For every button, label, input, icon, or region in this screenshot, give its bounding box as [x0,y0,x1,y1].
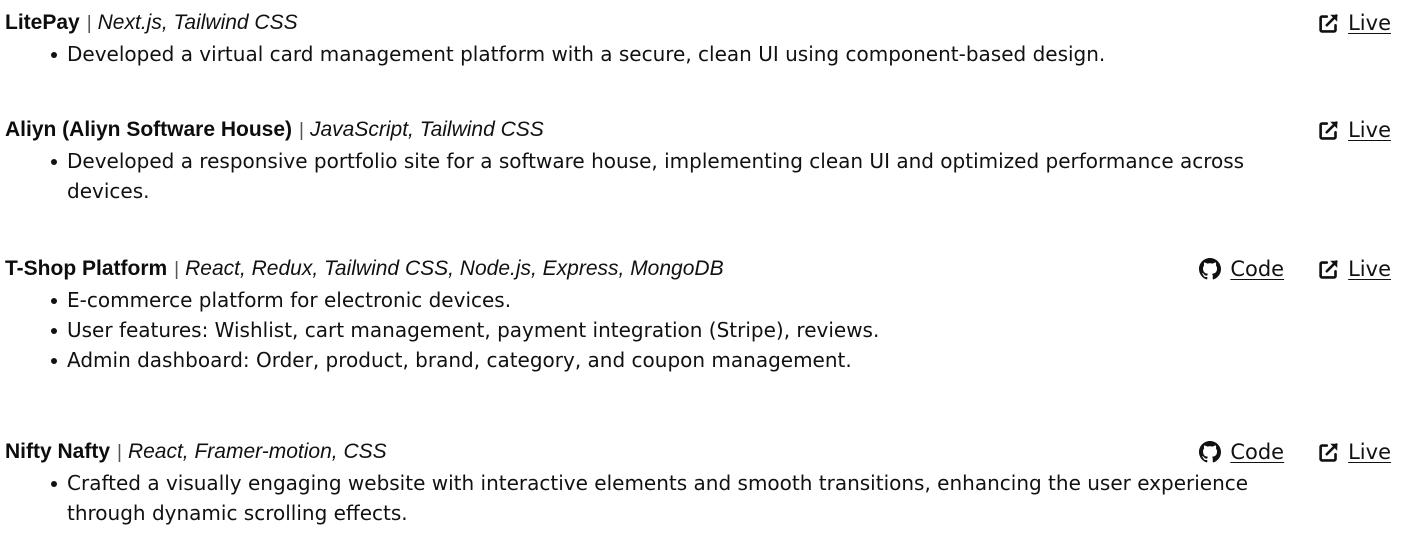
project-tech-stack: JavaScript, Tailwind CSS [309,118,544,141]
bullet-text: Admin dashboard: Order, product, brand, … [67,348,852,372]
bullet-item: Admin dashboard: Order, product, brand, … [0,345,1413,375]
live-link[interactable]: Live [1318,7,1391,39]
bullet-dot [51,298,57,304]
project-title: T-Shop Platform | React, Redux, Tailwind C… [5,253,724,286]
project-title: Nifty Nafty | React, Framer-motion, CSS [5,436,387,469]
bullet-text: Developed a virtual card management plat… [67,42,1106,66]
live-link[interactable]: Live [1318,253,1391,285]
live-link-label: Live [1348,118,1391,142]
project-header: T-Shop Platform | React, Redux, Tailwind C… [0,253,1413,285]
bullet-text: E-commerce platform for electronic devic… [67,288,512,312]
separator: | [299,120,304,141]
bullet-item: User features: Wishlist, cart management… [0,315,1413,345]
project-tech-stack: React, Framer-motion, CSS [127,440,387,463]
bullet-dot [51,328,57,334]
separator: | [117,442,122,463]
project-header: LitePay | Next.js, Tailwind CSS Live [0,7,1413,39]
separator: | [86,13,92,34]
project-tech-stack: Next.js, Tailwind CSS [97,11,298,34]
project-tech-stack: React, Redux, Tailwind CSS, Node.js, Exp… [185,257,724,280]
bullet-item: Crafted a visually engaging website with… [0,468,1413,528]
code-link-label: Code [1230,440,1285,464]
external-link-icon [1318,259,1339,280]
project-links: Code Live [1199,253,1391,285]
bullet-item: Developed a responsive portfolio site fo… [0,146,1413,206]
project-name: T-Shop Platform [5,257,168,280]
project-title: Aliyn (Aliyn Software House) | JavaScript,… [5,114,544,147]
external-link-icon [1318,13,1339,34]
live-link[interactable]: Live [1318,114,1391,146]
project-nifty-nafty: Nifty Nafty | React, Framer-motion, CSS Co… [0,436,1413,528]
external-link-icon [1318,442,1339,463]
separator: | [174,259,180,280]
project-bullets: Developed a virtual card management plat… [0,39,1413,69]
bullet-text: Crafted a visually engaging website with… [67,471,1249,525]
project-name: LitePay [5,11,80,34]
project-header: Nifty Nafty | React, Framer-motion, CSS Co… [0,436,1413,468]
project-aliyn: Aliyn (Aliyn Software House) | JavaScript,… [0,114,1413,206]
bullet-dot [51,159,57,165]
github-icon [1199,441,1222,463]
external-link-icon [1318,120,1339,141]
project-name: Nifty Nafty [5,440,111,463]
project-litepay: LitePay | Next.js, Tailwind CSS Live Devel… [0,7,1413,69]
code-link-label: Code [1230,257,1285,281]
project-links: Code Live [1199,436,1391,468]
bullet-text: User features: Wishlist, cart management… [67,318,880,342]
bullet-item: E-commerce platform for electronic devic… [0,285,1413,315]
bullet-dot [51,358,57,364]
project-links: Live [1318,114,1391,146]
project-links: Live [1318,7,1391,39]
project-bullets: Crafted a visually engaging website with… [0,468,1413,528]
live-link-label: Live [1348,257,1391,281]
project-bullets: Developed a responsive portfolio site fo… [0,146,1413,206]
code-link[interactable]: Code [1199,436,1284,468]
bullet-text: Developed a responsive portfolio site fo… [67,149,1245,203]
project-bullets: E-commerce platform for electronic devic… [0,285,1413,375]
bullet-item: Developed a virtual card management plat… [0,39,1413,69]
live-link-label: Live [1348,11,1391,35]
live-link[interactable]: Live [1318,436,1391,468]
project-title: LitePay | Next.js, Tailwind CSS [5,7,298,40]
github-icon [1199,258,1222,280]
bullet-dot [51,481,57,487]
bullet-dot [51,52,57,58]
project-name: Aliyn (Aliyn Software House) [5,118,293,141]
project-t-shop: T-Shop Platform | React, Redux, Tailwind C… [0,253,1413,375]
live-link-label: Live [1348,440,1391,464]
project-header: Aliyn (Aliyn Software House) | JavaScript,… [0,114,1413,146]
code-link[interactable]: Code [1199,253,1284,285]
